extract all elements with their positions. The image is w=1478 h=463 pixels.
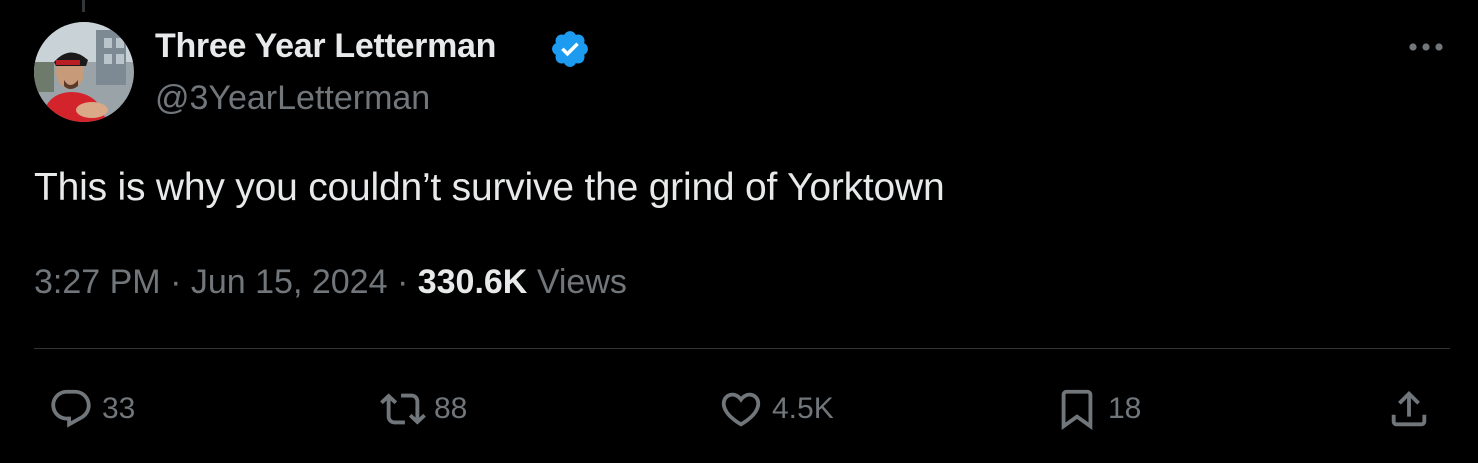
tweet-text: This is why you couldn’t survive the gri…: [34, 166, 945, 209]
reply-count: 33: [102, 392, 136, 425]
author-handle[interactable]: @3YearLetterman: [155, 79, 430, 118]
reply-bubble-icon: [51, 389, 91, 428]
divider: [34, 348, 1450, 349]
tweet-time[interactable]: 3:27 PM: [34, 263, 161, 301]
tweet-date[interactable]: Jun 15, 2024: [191, 263, 388, 301]
repost-count: 88: [434, 392, 468, 425]
verified-badge-icon: [552, 31, 588, 67]
meta-separator: ·: [396, 263, 409, 301]
meta-separator: ·: [170, 263, 182, 301]
bookmark-button[interactable]: 18: [1054, 386, 1141, 432]
share-upload-icon: [1391, 390, 1427, 427]
reply-button[interactable]: 33: [48, 386, 135, 432]
share-button[interactable]: [1386, 386, 1432, 432]
repost-arrows-icon: [380, 393, 426, 425]
repost-button[interactable]: 88: [380, 386, 467, 432]
bookmark-icon: [1061, 389, 1093, 430]
avatar[interactable]: [34, 22, 134, 122]
more-horizontal-icon[interactable]: [1404, 30, 1448, 64]
tweet-meta: 3:27 PM · Jun 15, 2024 · 330.6K Views: [34, 263, 627, 302]
heart-icon: [721, 392, 761, 427]
like-button[interactable]: 4.5K: [718, 386, 834, 432]
thread-connector-line: [82, 0, 85, 12]
author-name[interactable]: Three Year Letterman: [155, 27, 496, 66]
like-count: 4.5K: [772, 392, 834, 425]
views-label: Views: [536, 263, 627, 301]
views-count[interactable]: 330.6K: [418, 263, 528, 301]
bookmark-count: 18: [1108, 392, 1142, 425]
